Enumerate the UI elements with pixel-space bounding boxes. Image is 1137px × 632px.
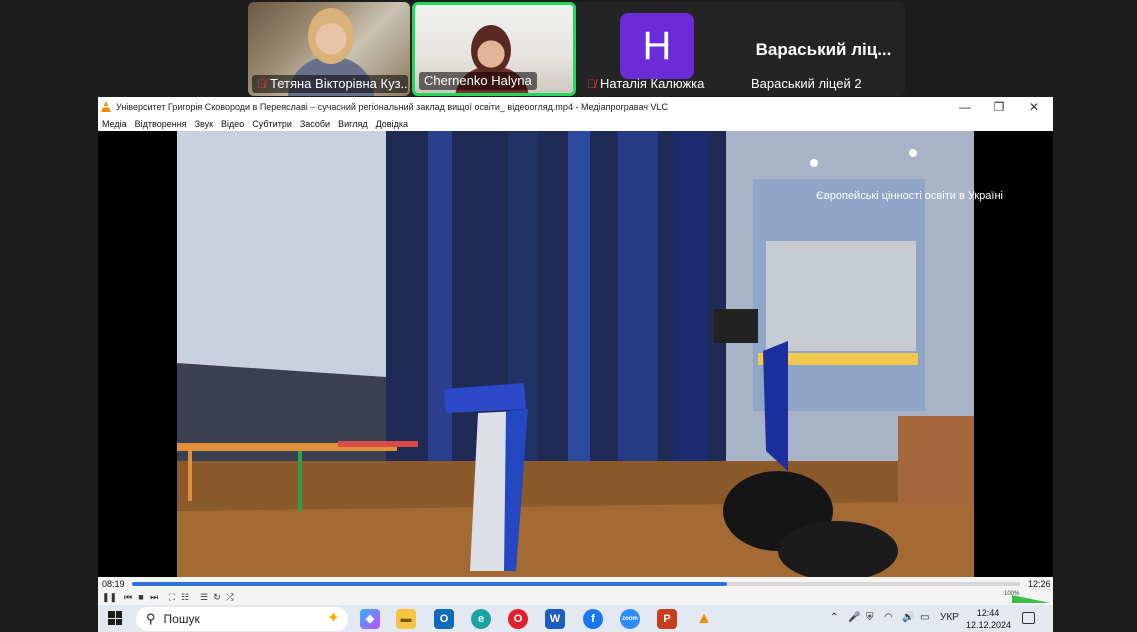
menu-video[interactable]: Відео [217,119,248,129]
window-title: Університет Григорія Сковороди в Переясл… [116,102,668,112]
search-placeholder: Пошук [163,612,200,626]
zoom-participant-strip: 🎙̸ Тетяна Вікторівна Куз... Chernenko Ha… [248,2,905,96]
participant-tile-2[interactable]: Chernenko Halyna [412,2,576,96]
loop-button[interactable]: ↻ [211,591,223,603]
windows-start-icon[interactable] [108,611,122,625]
seek-progress [132,582,727,586]
participant-video-face [308,8,354,64]
participant-video-face [471,25,511,75]
seek-bar[interactable] [132,582,1020,586]
fullscreen-button[interactable]: ⛶ [166,591,178,603]
word-icon[interactable]: W [545,609,565,629]
desktop: 🎙̸ Тетяна Вікторівна Куз... Chernenko Ha… [0,0,1137,632]
participant-name-label: Вараський ліцей 2 [751,76,862,91]
file-explorer-icon[interactable]: ▬ [396,609,416,629]
menu-subtitles[interactable]: Субтитри [248,119,296,129]
menu-view[interactable]: Вигляд [334,119,372,129]
speaker-icon[interactable]: 🔊 [902,612,914,623]
clock-time: 12:44 [976,608,1000,618]
vlc-icon[interactable]: ▲ [694,609,714,629]
wifi-icon[interactable]: ◠ [884,612,893,623]
close-button[interactable]: ✕ [1017,97,1051,117]
mic-muted-icon: 🎙̸ [257,77,266,91]
chevron-up-icon[interactable]: ⌃ [830,612,838,623]
shuffle-button[interactable]: ⤮ [224,591,236,603]
video-frame[interactable]: Європейські цінності освіти в Україні [98,131,1053,577]
mic-muted-icon: 🎙̸ [587,77,596,91]
powerpoint-icon[interactable]: P [657,609,677,629]
playback-controls: 08:19 12:26 ❚❚ ⏮ ■ ⏭ ⛶ ☷ ☰ ↻ ⤮ 100% [98,577,1053,605]
facebook-icon[interactable]: f [583,609,603,629]
vlc-icon [101,101,111,112]
participant-tile-4[interactable]: Вараський ліц... Вараський ліцей 2 [742,2,905,96]
edge-icon[interactable]: e [471,609,491,629]
next-button[interactable]: ⏭ [148,591,160,603]
participant-tile-3[interactable]: H 🎙̸ Наталія Калюжка [578,2,740,96]
opera-icon[interactable]: O [508,609,528,629]
window-titlebar[interactable]: Університет Григорія Сковороди в Переясл… [98,97,1053,117]
clock-date: 12.12.2024 [966,620,1012,630]
search-icon: ⚲ [146,611,156,626]
restore-button[interactable]: ❐ [982,97,1016,117]
participant-name-label: 🎙̸ Тетяна Вікторівна Куз... [252,75,408,93]
minimize-button[interactable]: — [948,97,982,117]
menu-audio[interactable]: Звук [191,119,217,129]
vlc-window: Університет Григорія Сковороди в Переясл… [98,97,1053,605]
avatar: H [620,13,694,79]
battery-icon[interactable]: ▭ [920,612,929,623]
menu-media[interactable]: Медіа [98,119,131,129]
menu-playback[interactable]: Відтворення [131,119,191,129]
language-indicator[interactable]: УКР [940,612,959,623]
playlist-button[interactable]: ☰ [198,591,210,603]
zoom-icon[interactable]: zoom [620,609,640,629]
volume-slider[interactable] [1012,595,1050,603]
outlook-icon[interactable]: O [434,609,454,629]
microphone-icon[interactable]: 🎤 [848,612,860,623]
copilot-icon[interactable]: ◆ [360,609,380,629]
security-shield-icon[interactable]: ⛨ [866,612,874,623]
stop-button[interactable]: ■ [135,591,147,603]
menu-tools[interactable]: Засоби [296,119,334,129]
pause-button[interactable]: ❚❚ [102,591,117,603]
total-time: 12:26 [1028,579,1051,589]
participant-display-title: Вараський ліц... [755,40,892,59]
participant-name-label: 🎙̸ Наталія Калюжка [587,76,705,91]
extended-settings-button[interactable]: ☷ [179,591,191,603]
menu-help[interactable]: Довідка [372,119,412,129]
search-box[interactable]: ⚲ Пошук ✦ [136,607,348,631]
system-clock[interactable]: 12:44 12.12.2024 [966,607,1012,631]
banner-text: Європейські цінності освіти в Україні [816,190,1003,202]
participant-tile-1[interactable]: 🎙̸ Тетяна Вікторівна Куз... [248,2,410,96]
sparkle-icon: ✦ [326,610,340,627]
previous-button[interactable]: ⏮ [122,591,134,603]
menu-bar: Медіа Відтворення Звук Відео Субтитри За… [98,117,1053,131]
notification-icon[interactable] [1022,612,1035,624]
taskbar: ⚲ Пошук ✦ ◆ ▬ O e O W f zoom P ▲ ⌃ 🎤 ⛨ ◠… [98,605,1053,632]
elapsed-time: 08:19 [102,579,125,589]
participant-name-label: Chernenko Halyna [419,72,537,90]
video-scene: Європейські цінності освіти в Україні [98,131,1053,577]
